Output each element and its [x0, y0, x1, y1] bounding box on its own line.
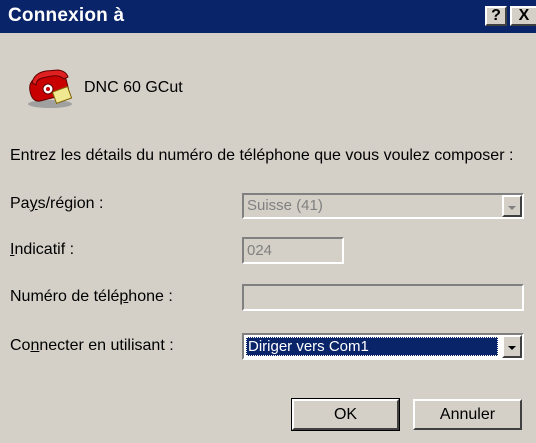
country-value: Suisse (41) [247, 197, 323, 214]
instructions-text: Entrez les détails du numéro de téléphon… [10, 147, 514, 164]
phone-number-field[interactable] [242, 284, 524, 311]
area-code-field[interactable]: 024 [242, 237, 344, 264]
connect-using-value: Diriger vers Com1 [246, 337, 498, 356]
chevron-down-icon[interactable] [502, 195, 522, 217]
country-select[interactable]: Suisse (41) [242, 193, 524, 219]
help-button[interactable]: ? [485, 6, 507, 26]
cancel-button[interactable]: Annuler [413, 399, 522, 430]
ok-button[interactable]: OK [291, 398, 400, 431]
close-button[interactable]: X [510, 6, 536, 26]
telephone-icon [28, 69, 73, 108]
area-code-label: Indicatif : [10, 241, 75, 258]
phone-number-label: Numéro de téléphone : [10, 288, 173, 305]
country-label: Pays/région : [10, 195, 104, 212]
title-bar[interactable]: Connexion à ? X [0, 0, 536, 33]
connect-using-label: Connecter en utilisant : [10, 337, 174, 354]
connection-name: DNC 60 GCut [84, 79, 183, 96]
connect-using-select[interactable]: Diriger vers Com1 [242, 333, 524, 360]
chevron-down-icon[interactable] [502, 335, 522, 358]
area-code-value: 024 [247, 242, 273, 259]
connect-to-dialog: Connexion à ? X DNC 60 GCut Entrez les d… [0, 0, 536, 443]
window-title: Connexion à [8, 5, 125, 26]
